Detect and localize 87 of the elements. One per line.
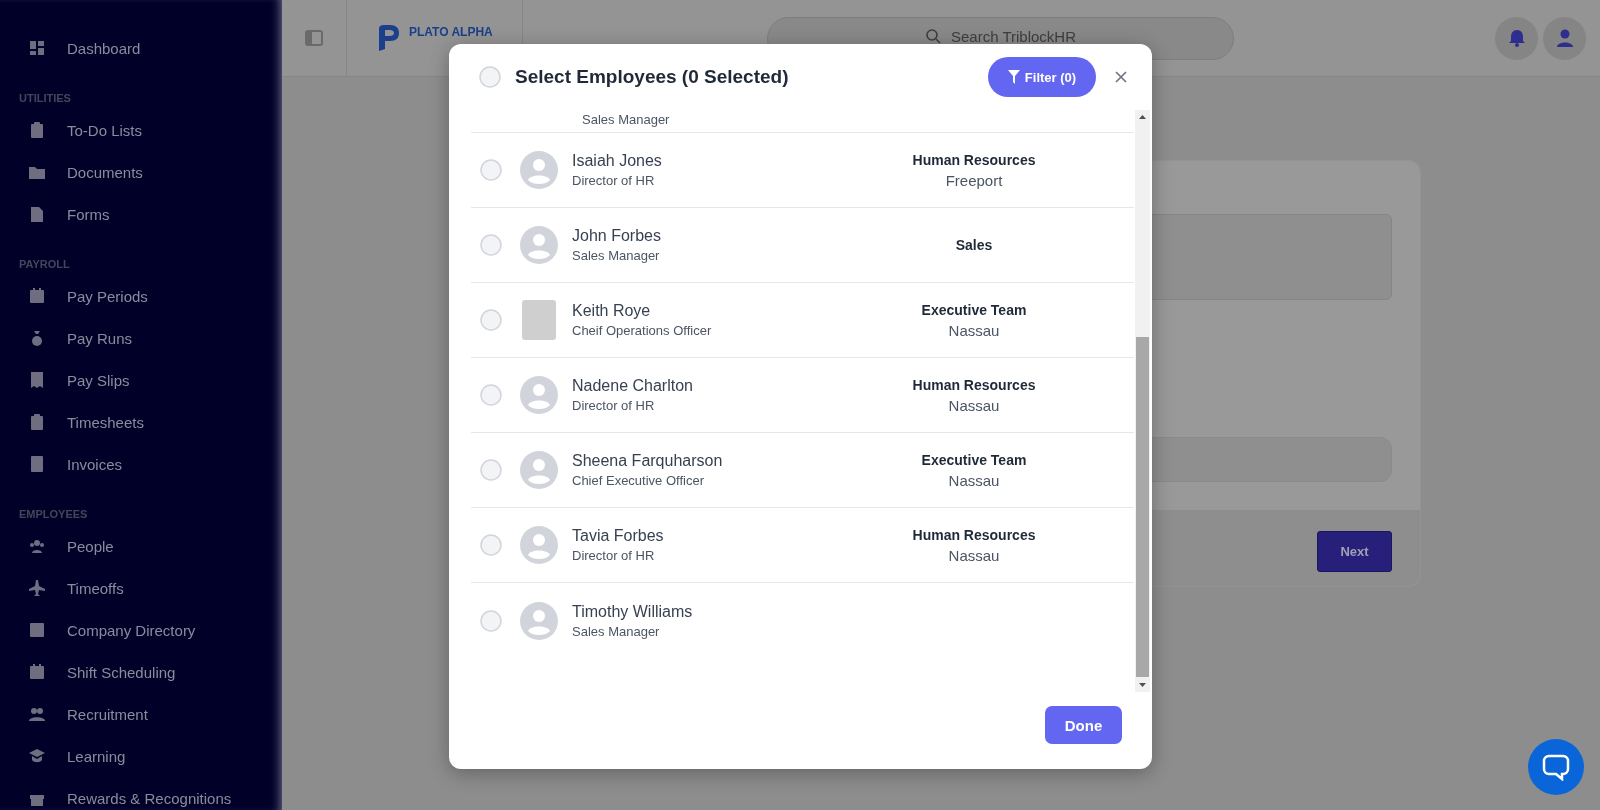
- job-title: Sales Manager: [572, 623, 661, 639]
- location-name: Nassau: [948, 396, 1000, 414]
- job-title: Chief Executive Officer: [572, 473, 705, 488]
- location-name: Nassau: [948, 471, 1000, 489]
- done-button[interactable]: Done: [1045, 706, 1122, 744]
- job-title: Cheif Operations Officer: [572, 323, 713, 338]
- logo-text: PLATO ALPHA: [409, 25, 493, 39]
- employee-name: Sheena Farquharson: [572, 452, 724, 470]
- receipt-icon: [29, 372, 45, 388]
- sidebar-item[interactable]: Forms: [0, 193, 282, 235]
- checkbox[interactable]: [480, 234, 502, 256]
- sidebar-item[interactable]: Company Directory: [0, 609, 282, 651]
- job-title: Director of HR: [572, 173, 656, 188]
- sidebar-item[interactable]: Timesheets: [0, 401, 282, 443]
- scrollbar-thumb[interactable]: [1136, 337, 1149, 677]
- sidebar-item[interactable]: Learning: [0, 735, 282, 777]
- people-icon: [29, 538, 45, 554]
- sidebar-item[interactable]: Dashboard: [0, 27, 282, 69]
- airplane-icon: [29, 580, 45, 596]
- sidebar-item[interactable]: Documents: [0, 151, 282, 193]
- employee-name: Nadene Charlton: [572, 377, 694, 395]
- location-name: Freeport: [945, 171, 1003, 189]
- employee-name: Timothy Williams: [572, 602, 694, 621]
- folder-icon: [29, 164, 45, 180]
- department-name: Human Resources: [912, 376, 1036, 393]
- section-heading: PAYROLL: [19, 257, 70, 271]
- avatar-icon: [520, 526, 558, 564]
- job-title: Director of HR: [572, 548, 656, 563]
- modal-title: Select Employees (0 Selected): [515, 66, 789, 88]
- checkbox[interactable]: [479, 66, 501, 88]
- calendar-icon: [29, 664, 45, 680]
- filter-button[interactable]: Filter (0): [988, 57, 1096, 97]
- department-name: Human Resources: [912, 151, 1036, 168]
- sidebar-item[interactable]: To-Do Lists: [0, 109, 282, 151]
- location-name: Nassau: [948, 321, 1000, 339]
- location-name: Nassau: [948, 546, 1000, 564]
- sidebar-item[interactable]: Invoices: [0, 443, 282, 485]
- department-name: Executive Team: [921, 451, 1027, 468]
- notifications-button[interactable]: [1495, 16, 1538, 60]
- employee-name: Tavia Forbes: [572, 527, 665, 545]
- search-icon: [924, 28, 941, 44]
- money-bag-icon: [29, 330, 45, 346]
- checkbox[interactable]: [480, 609, 502, 632]
- graduation-cap-icon: [29, 748, 45, 764]
- avatar-icon: [520, 601, 558, 640]
- sidebar-item[interactable]: Recruitment: [0, 693, 282, 735]
- chat-icon[interactable]: [1541, 753, 1571, 781]
- clipboard-icon: [29, 414, 45, 430]
- profile-button[interactable]: [1543, 16, 1586, 60]
- photo-placeholder: [522, 300, 556, 340]
- section-heading: UTILITIES: [19, 91, 71, 105]
- department-name: Human Resources: [912, 526, 1036, 543]
- checkbox[interactable]: [480, 384, 502, 406]
- job-title: Director of HR: [572, 398, 656, 413]
- department-name: Executive Team: [921, 301, 1027, 318]
- sidebar-item[interactable]: Rewards & Recognitions: [0, 777, 282, 810]
- avatar-icon: [520, 151, 558, 189]
- avatar-icon: [520, 226, 558, 264]
- calendar-icon: [29, 288, 45, 304]
- user-icon: [1554, 28, 1575, 48]
- people-icon: [29, 706, 45, 722]
- checkbox[interactable]: [480, 309, 502, 331]
- sidebar-item[interactable]: Timeoffs: [0, 567, 282, 609]
- checkbox[interactable]: [480, 534, 502, 556]
- next-button[interactable]: Next: [1317, 531, 1392, 572]
- scrollbar[interactable]: [1135, 110, 1150, 692]
- sidebar-toggle-icon[interactable]: [304, 28, 324, 48]
- close-icon[interactable]: [1114, 70, 1128, 84]
- checkbox[interactable]: [480, 159, 502, 181]
- job-title: Sales Manager: [582, 112, 671, 127]
- department-name: Sales: [955, 237, 993, 253]
- checkbox[interactable]: [480, 459, 502, 481]
- job-title: Sales Manager: [572, 248, 661, 263]
- sidebar-item[interactable]: Shift Scheduling: [0, 651, 282, 693]
- avatar-icon: [520, 451, 558, 489]
- sidebar-item[interactable]: Pay Periods: [0, 275, 282, 317]
- employee-name: Keith Roye: [572, 302, 652, 320]
- dashboard-icon: [29, 40, 45, 56]
- employee-name: John Forbes: [572, 227, 662, 245]
- sidebar-item[interactable]: Pay Runs: [0, 317, 282, 359]
- sidebar-item[interactable]: Pay Slips: [0, 359, 282, 401]
- avatar-icon: [520, 376, 558, 414]
- funnel-icon: [1007, 70, 1020, 84]
- clipboard-icon: [29, 122, 45, 138]
- section-heading: EMPLOYEES: [19, 507, 88, 521]
- employee-name: Isaiah Jones: [572, 152, 663, 170]
- sidebar-item[interactable]: People: [0, 525, 282, 567]
